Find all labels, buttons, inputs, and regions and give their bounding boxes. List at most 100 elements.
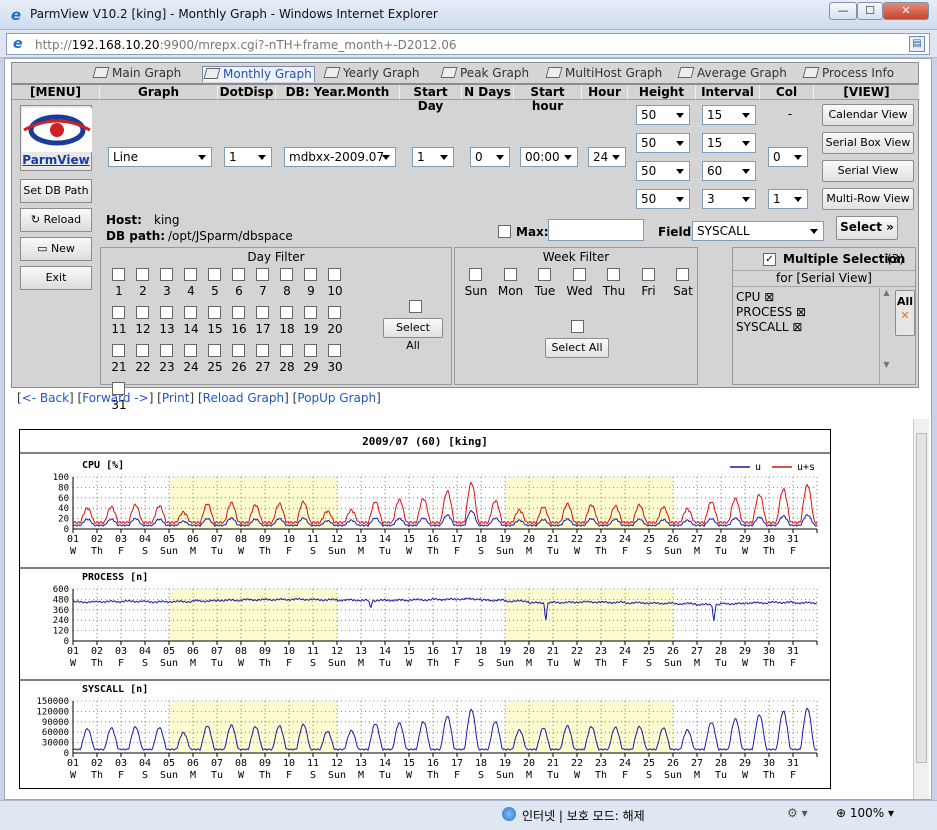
- reload-button[interactable]: ↻ Reload: [20, 208, 92, 232]
- day-checkbox[interactable]: [304, 306, 317, 319]
- select-button[interactable]: Select »: [836, 216, 898, 240]
- popup-graph-link[interactable]: PopUp Graph: [297, 391, 376, 405]
- list-item[interactable]: PROCESS ⊠: [736, 305, 806, 319]
- all-button[interactable]: All ✕: [895, 290, 915, 336]
- page-scrollbar[interactable]: [913, 419, 929, 799]
- weekday-checkbox[interactable]: [503, 268, 517, 281]
- weekday-checkbox[interactable]: [469, 268, 482, 281]
- day-checkbox[interactable]: [184, 306, 197, 319]
- day-checkbox[interactable]: [136, 306, 149, 319]
- height-select-4[interactable]: 50: [636, 189, 690, 209]
- day-checkbox[interactable]: [328, 306, 341, 319]
- day-checkbox[interactable]: [256, 344, 269, 357]
- reload-graph-link[interactable]: Reload Graph: [203, 391, 284, 405]
- tab-peak-graph[interactable]: Peak Graph: [440, 66, 529, 82]
- day-checkbox[interactable]: [208, 306, 221, 319]
- parmview-logo[interactable]: ParmView: [20, 105, 92, 171]
- close-button[interactable]: ✕: [883, 2, 929, 20]
- day-checkbox[interactable]: [160, 344, 173, 357]
- graph-type-select[interactable]: Line: [108, 147, 212, 167]
- zoom-control[interactable]: ⊕ 100% ▾: [836, 806, 894, 820]
- interval-select-4[interactable]: 3: [702, 189, 756, 209]
- day-checkbox[interactable]: [136, 344, 149, 357]
- set-db-path-button[interactable]: Set DB Path: [20, 179, 92, 203]
- day-checkbox[interactable]: [304, 268, 317, 281]
- weekday-checkbox[interactable]: [641, 268, 655, 281]
- starthour-select[interactable]: 00:00: [520, 147, 578, 167]
- day-checkbox[interactable]: [328, 268, 341, 281]
- dotdisp-select[interactable]: 1: [224, 147, 272, 167]
- multi-selection-checkbox[interactable]: ✓: [763, 253, 776, 266]
- day-select-all-button[interactable]: Select All: [383, 318, 443, 352]
- weekday-checkbox[interactable]: [676, 268, 689, 281]
- close-box-icon[interactable]: ⊠: [792, 305, 806, 319]
- weekday-checkbox[interactable]: [572, 268, 586, 281]
- close-box-icon[interactable]: ⊠: [760, 290, 774, 304]
- week-select-all-button[interactable]: Select All: [545, 338, 609, 358]
- list-item[interactable]: SYSCALL ⊠: [736, 320, 802, 334]
- back-link[interactable]: <- Back: [22, 391, 69, 405]
- interval-select-2[interactable]: 15: [702, 133, 756, 153]
- calendar-view-button[interactable]: Calendar View: [822, 104, 914, 126]
- minimize-button[interactable]: —: [829, 2, 857, 20]
- new-button[interactable]: ▭ New: [20, 237, 92, 261]
- day-checkbox[interactable]: [112, 268, 125, 281]
- close-box-icon[interactable]: ⊠: [789, 320, 802, 334]
- day-checkbox[interactable]: [208, 344, 221, 357]
- url-field[interactable]: e http://192.168.10.20:9900/mrepx.cgi?-n…: [6, 33, 930, 55]
- tab-yearly-graph[interactable]: Yearly Graph: [323, 66, 419, 82]
- forward-link[interactable]: Forward ->: [82, 391, 148, 405]
- day-checkbox[interactable]: [112, 306, 125, 319]
- day-checkbox[interactable]: [112, 344, 125, 357]
- exit-button[interactable]: Exit: [20, 266, 92, 290]
- tab-multihost-graph[interactable]: MultiHost Graph: [545, 66, 662, 82]
- day-checkbox[interactable]: [256, 306, 269, 319]
- day-checkbox[interactable]: [136, 268, 149, 281]
- day-checkbox[interactable]: [184, 268, 197, 281]
- day-checkbox[interactable]: [280, 306, 293, 319]
- height-select-3[interactable]: 50: [636, 161, 690, 181]
- protected-mode-icon[interactable]: ⚙ ▾: [787, 806, 808, 820]
- db-select[interactable]: mdbxx-2009.07: [284, 147, 396, 167]
- day-checkbox[interactable]: [184, 344, 197, 357]
- day-checkbox[interactable]: [280, 344, 293, 357]
- interval-select-1[interactable]: 15: [702, 105, 756, 125]
- tab-process-info[interactable]: Process Info: [802, 66, 894, 82]
- compat-view-icon[interactable]: ▤: [909, 36, 925, 52]
- serial-box-view-button[interactable]: Serial Box View: [822, 132, 914, 154]
- scroll-thumb[interactable]: [916, 433, 927, 763]
- startday-select[interactable]: 1: [412, 147, 454, 167]
- day-checkbox[interactable]: [208, 268, 221, 281]
- weekday-checkbox[interactable]: [607, 268, 620, 281]
- day-checkbox[interactable]: [256, 268, 269, 281]
- day-checkbox[interactable]: [232, 268, 245, 281]
- max-input[interactable]: [548, 219, 644, 241]
- day-checkbox[interactable]: [160, 268, 173, 281]
- week-select-all-checkbox[interactable]: [571, 320, 584, 333]
- field-select[interactable]: SYSCALL: [692, 221, 824, 241]
- col-select-2[interactable]: 0: [768, 147, 808, 167]
- day-checkbox[interactable]: [232, 344, 245, 357]
- day-checkbox[interactable]: [280, 268, 293, 281]
- day-checkbox[interactable]: [304, 344, 317, 357]
- multi-list-scrollbar[interactable]: ▲ ▼: [879, 288, 893, 384]
- serial-view-button[interactable]: Serial View: [822, 160, 914, 182]
- maximize-button[interactable]: ☐: [857, 2, 883, 20]
- ndays-select[interactable]: 0: [470, 147, 510, 167]
- day-checkbox[interactable]: [160, 306, 173, 319]
- col-select-4[interactable]: 1: [768, 189, 808, 209]
- tab-main-graph[interactable]: Main Graph: [92, 66, 181, 82]
- height-select-1[interactable]: 50: [636, 105, 690, 125]
- multi-row-view-button[interactable]: Multi-Row View: [822, 188, 914, 210]
- day-checkbox[interactable]: [232, 306, 245, 319]
- tab-monthly-graph[interactable]: Monthly Graph: [202, 66, 315, 82]
- list-item[interactable]: CPU ⊠: [736, 290, 774, 304]
- height-select-2[interactable]: 50: [636, 133, 690, 153]
- print-link[interactable]: Print: [162, 391, 190, 405]
- interval-select-3[interactable]: 60: [702, 161, 756, 181]
- day-checkbox[interactable]: [328, 344, 341, 357]
- max-checkbox[interactable]: [498, 225, 511, 238]
- day-select-all-checkbox[interactable]: [409, 300, 422, 313]
- hour-select[interactable]: 24: [588, 147, 626, 167]
- tab-average-graph[interactable]: Average Graph: [677, 66, 787, 82]
